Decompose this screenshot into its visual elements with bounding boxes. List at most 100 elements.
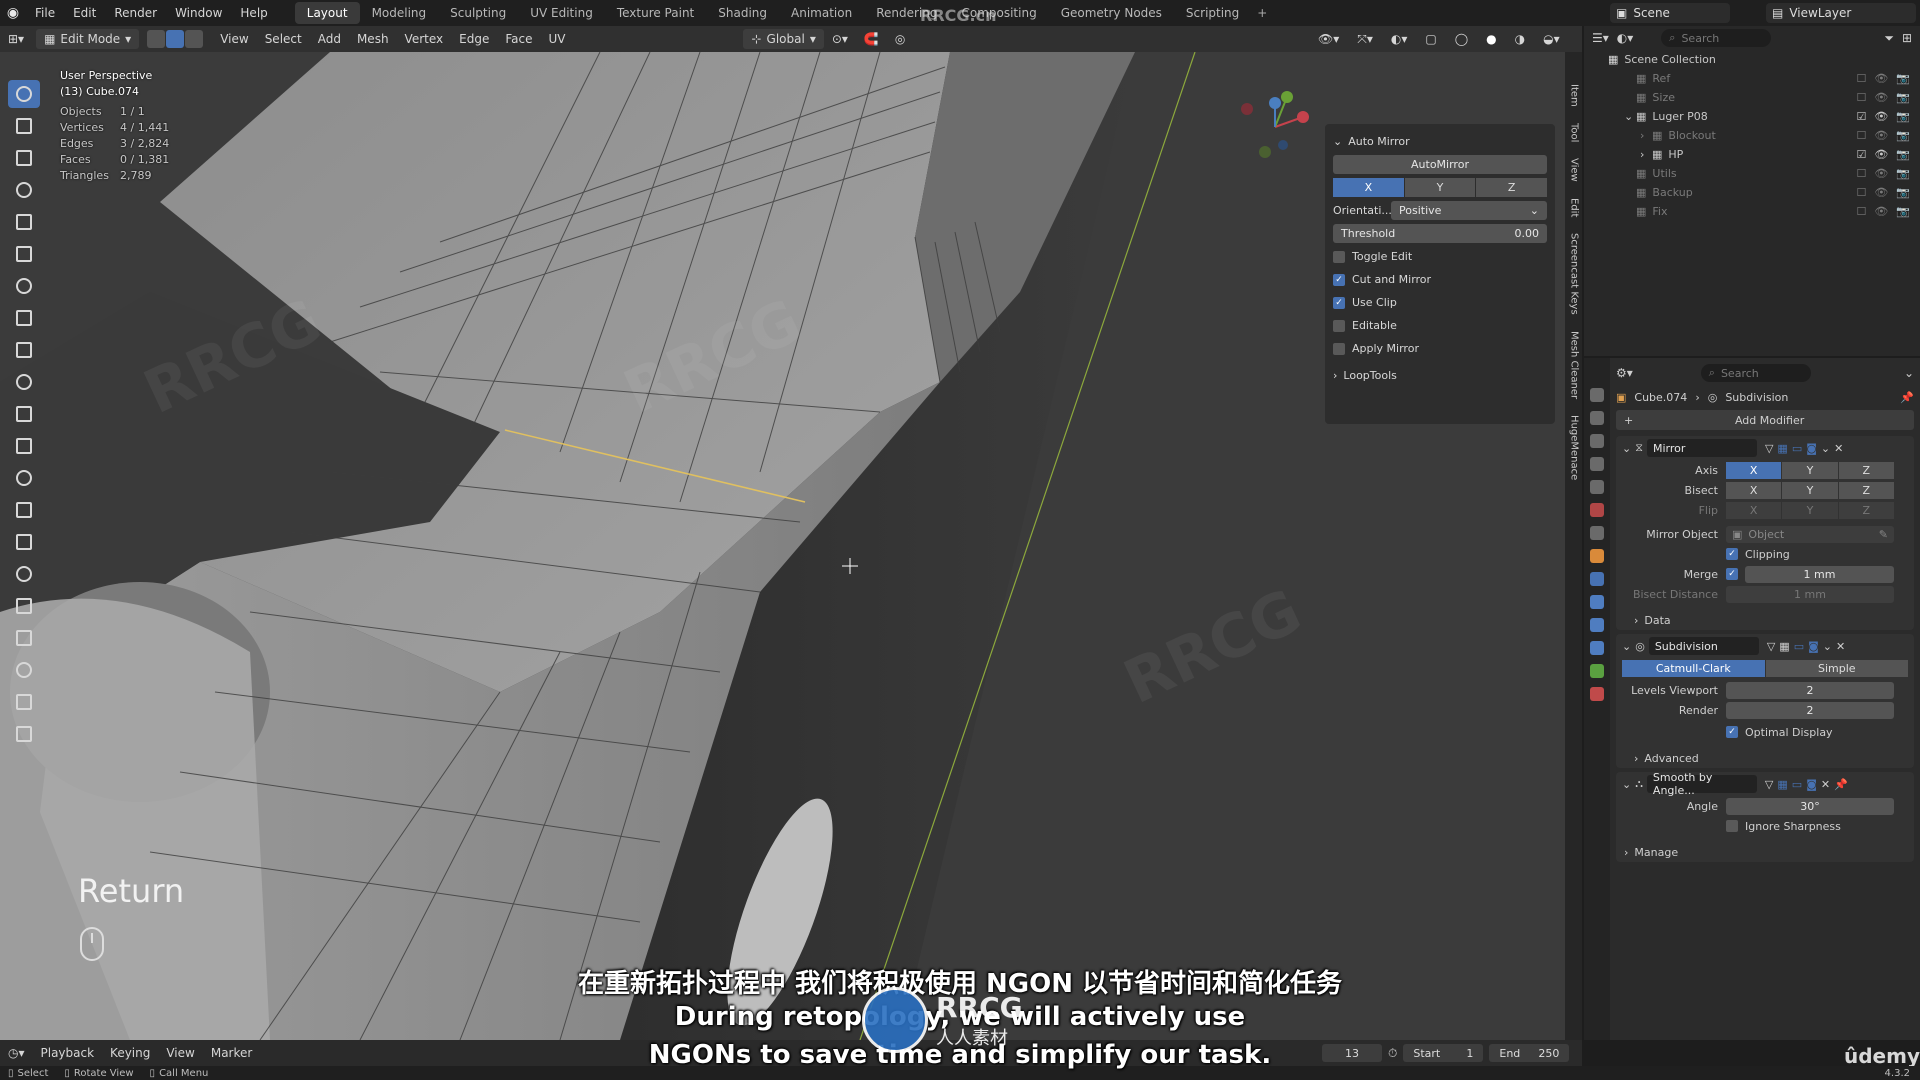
eye-icon[interactable]: 👁 — [1874, 72, 1888, 85]
tab-sculpting[interactable]: Sculpting — [438, 2, 518, 24]
navigation-gizmo[interactable] — [1235, 87, 1315, 167]
close-icon[interactable]: ✕ — [1834, 442, 1843, 455]
eye-icon[interactable]: 👁 — [1874, 110, 1888, 123]
cage-toggle-icon[interactable]: ▦ — [1779, 640, 1789, 653]
catmull-clark-button[interactable]: Catmull-Clark — [1622, 659, 1765, 677]
display-mode-icon[interactable]: ◐▾ — [1617, 31, 1634, 45]
merge-distance-field[interactable]: 1 mm — [1745, 565, 1894, 583]
outliner-item[interactable]: ⌄ ▦ Luger P08 ☑ 👁 📷 — [1584, 107, 1920, 126]
edit-mode-toggle-icon[interactable]: ▽ — [1767, 640, 1775, 653]
collection-icon[interactable] — [1590, 526, 1604, 540]
cage-toggle-icon[interactable]: ▦ — [1777, 778, 1787, 791]
close-icon[interactable]: ✕ — [1836, 640, 1845, 653]
scale-tool-icon[interactable] — [8, 208, 40, 236]
constraints-icon[interactable] — [1590, 641, 1604, 655]
scene-icon[interactable] — [1590, 480, 1604, 494]
scene-selector[interactable]: ▣ Scene — [1610, 3, 1730, 23]
bisect-x-toggle[interactable]: X — [1726, 481, 1782, 499]
axis-x-toggle[interactable]: X — [1333, 178, 1404, 197]
properties-search[interactable]: ⌕ Search — [1700, 364, 1811, 382]
menu-select[interactable]: Select — [257, 29, 310, 49]
cage-toggle-icon[interactable]: ▦ — [1777, 442, 1787, 455]
chevron-right-icon[interactable]: ⌄ — [1624, 110, 1636, 123]
loop-cut-tool-icon[interactable] — [8, 464, 40, 492]
menu-render[interactable]: Render — [105, 0, 166, 26]
camera-icon[interactable]: 📷 — [1896, 167, 1910, 180]
add-modifier-button[interactable]: + Add Modifier — [1616, 410, 1914, 430]
sidebar-tab-item[interactable]: Item — [1569, 84, 1580, 107]
editor-type-icon[interactable]: ⚙▾ — [1616, 366, 1633, 380]
looptools-header[interactable]: › LoopTools — [1333, 364, 1547, 387]
render-toggle-icon[interactable]: ◙ — [1806, 442, 1817, 455]
object-icon[interactable] — [1590, 549, 1604, 563]
apply-mirror-checkbox[interactable] — [1333, 342, 1345, 355]
material-icon[interactable] — [1590, 687, 1604, 701]
shear-tool-icon[interactable] — [8, 688, 40, 716]
add-workspace-button[interactable]: + — [1257, 6, 1267, 20]
option-row[interactable]: Editable — [1333, 314, 1547, 337]
modifier-wrench-icon[interactable] — [1590, 572, 1604, 586]
material-shading-icon[interactable]: ◑ — [1507, 29, 1533, 49]
bisect-distance-field[interactable]: 1 mm — [1726, 585, 1894, 603]
use-clip-checkbox[interactable]: ✓ — [1333, 296, 1345, 309]
outliner-item[interactable]: ▦ Utils ☐ 👁 📷 — [1584, 164, 1920, 183]
option-row[interactable]: ✓ Use Clip — [1333, 291, 1547, 314]
particles-icon[interactable] — [1590, 595, 1604, 609]
edit-mode-toggle-icon[interactable]: ▽ — [1765, 778, 1773, 791]
smooth-tool-icon[interactable] — [8, 592, 40, 620]
blender-logo-icon[interactable]: ◉ — [0, 0, 26, 26]
xray-icon[interactable]: ▢ — [1417, 29, 1444, 49]
chevron-down-icon[interactable]: ⌄ — [1622, 640, 1631, 653]
advanced-subpanel[interactable]: › Advanced — [1616, 748, 1914, 768]
axis-z-toggle[interactable]: Z — [1476, 178, 1548, 197]
bisect-z-toggle[interactable]: Z — [1838, 481, 1894, 499]
edge-slide-tool-icon[interactable] — [8, 624, 40, 652]
eye-icon[interactable]: 👁 — [1874, 186, 1888, 199]
pivot-icon[interactable]: ⊙▾ — [824, 29, 856, 49]
inset-tool-icon[interactable] — [8, 400, 40, 428]
knife-tool-icon[interactable] — [8, 496, 40, 524]
chevron-down-icon[interactable]: ⌄ — [1821, 442, 1830, 455]
chevron-down-icon[interactable]: ⌄ — [1823, 640, 1832, 653]
eye-icon[interactable]: 👁 — [1874, 91, 1888, 104]
menu-edge[interactable]: Edge — [451, 29, 497, 49]
manage-subpanel[interactable]: › Manage — [1616, 842, 1914, 862]
viewport-toggle-icon[interactable]: ▭ — [1794, 640, 1804, 653]
camera-icon[interactable]: 📷 — [1896, 91, 1910, 104]
wireframe-shading-icon[interactable]: ◯ — [1447, 29, 1476, 49]
tool-icon[interactable] — [1590, 388, 1604, 402]
tab-texture-paint[interactable]: Texture Paint — [605, 2, 706, 24]
camera-icon[interactable]: 📷 — [1896, 148, 1910, 161]
menu-edit[interactable]: Edit — [64, 0, 105, 26]
rendered-shading-icon[interactable]: ◒▾ — [1535, 29, 1568, 49]
outliner-item[interactable]: ▦ Backup ☐ 👁 📷 — [1584, 183, 1920, 202]
output-icon[interactable] — [1590, 434, 1604, 448]
exclude-checkbox-icon[interactable]: ☐ — [1856, 186, 1866, 199]
simple-button[interactable]: Simple — [1765, 659, 1908, 677]
option-row[interactable]: Apply Mirror — [1333, 337, 1547, 360]
view-layer-icon[interactable] — [1590, 457, 1604, 471]
merge-checkbox[interactable]: ✓ — [1726, 568, 1738, 580]
automirror-button[interactable]: AutoMirror — [1333, 155, 1547, 174]
viewport-toggle-icon[interactable]: ▭ — [1792, 442, 1802, 455]
menu-window[interactable]: Window — [166, 0, 231, 26]
rip-tool-icon[interactable] — [8, 720, 40, 748]
camera-icon[interactable]: 📷 — [1896, 205, 1910, 218]
tab-uv-editing[interactable]: UV Editing — [518, 2, 605, 24]
clipping-checkbox[interactable]: ✓ — [1726, 548, 1738, 560]
orientation-selector[interactable]: ⊹ Global ▾ — [743, 29, 824, 49]
eye-icon[interactable]: 👁 — [1874, 205, 1888, 218]
camera-icon[interactable]: 📷 — [1896, 186, 1910, 199]
camera-icon[interactable]: 📷 — [1896, 110, 1910, 123]
bisect-y-toggle[interactable]: Y — [1782, 481, 1838, 499]
chevron-down-icon[interactable]: ⌄ — [1622, 442, 1631, 455]
chevron-down-icon[interactable]: ⌄ — [1904, 366, 1914, 380]
mode-selector[interactable]: ▦ Edit Mode ▾ — [36, 29, 140, 49]
data-subpanel[interactable]: › Data — [1616, 610, 1914, 630]
tab-scripting[interactable]: Scripting — [1174, 2, 1251, 24]
outliner-search[interactable]: ⌕ Search — [1661, 29, 1772, 47]
3d-viewport[interactable]: RRCG RRCG RRCG User Perspective (13) Cub… — [0, 52, 1565, 1040]
axis-y-toggle[interactable]: Y — [1782, 461, 1838, 479]
new-collection-icon[interactable]: ⊞ — [1902, 31, 1912, 45]
outliner-item[interactable]: ▦ Fix ☐ 👁 📷 — [1584, 202, 1920, 221]
